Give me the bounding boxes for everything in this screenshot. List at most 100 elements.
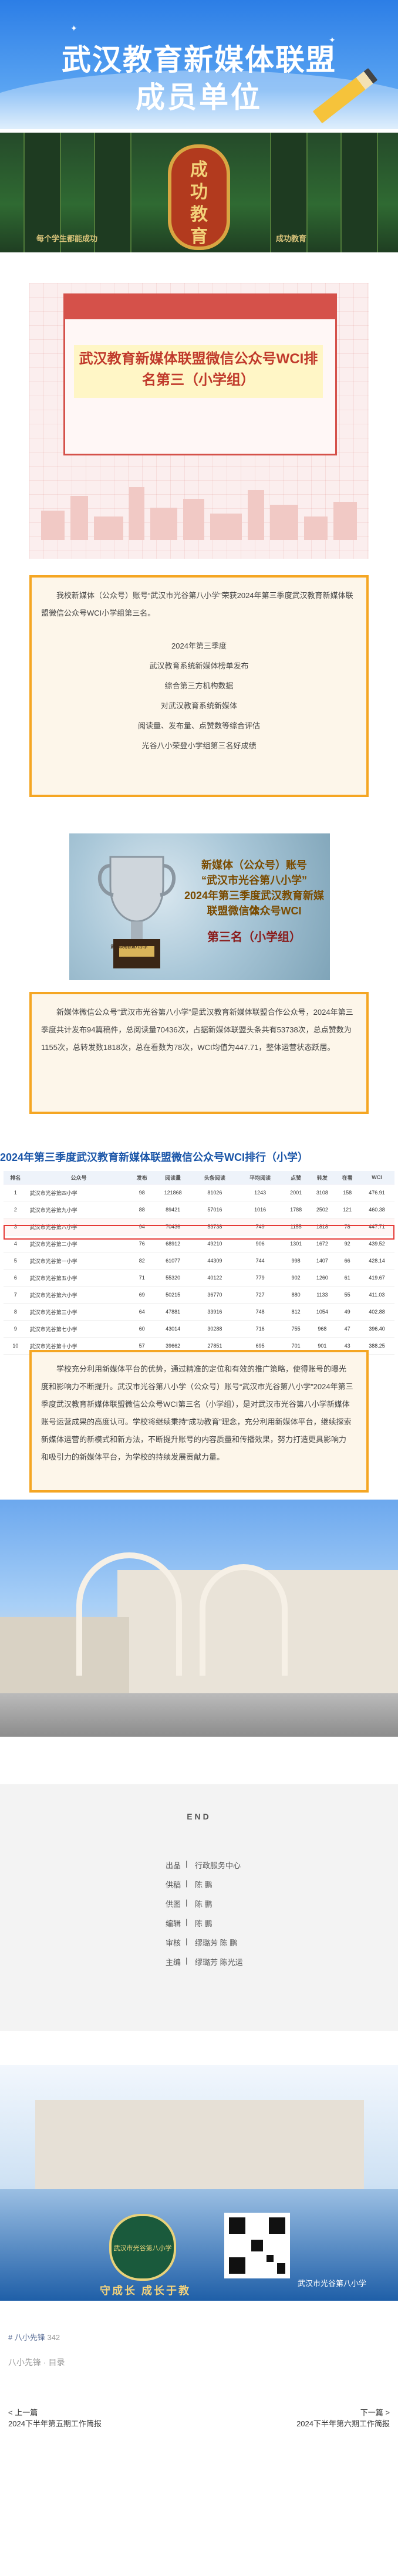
arch [76,1552,182,1676]
header-banner: ✦ ✦ 武汉教育新媒体联盟 成员单位 [0,0,398,129]
table-header: 排名 [4,1171,28,1184]
award-line5: 第三名（小学组） [207,931,301,944]
table-cell: 7 [4,1286,28,1304]
credit-value: 缪璐芳 陈 鹏 [195,1939,238,1947]
table-cell: 武汉市光谷第一小学 [27,1252,130,1270]
table-header: 平均阅读 [237,1171,283,1184]
blackboard-photo: 成 功 教 育 每个学生都能成功 成功教育 [0,133,398,252]
banner-title-line1: 武汉教育新媒体联盟 [62,43,336,76]
next-article-link[interactable]: 下一篇 > 2024下半年第六期工作简报 [296,2406,390,2429]
table-cell: 49 [335,1303,359,1321]
slogan: 守成长 成长于教 [100,2285,191,2297]
table-cell: 396.40 [359,1320,394,1338]
table-cell: 89421 [154,1201,193,1218]
table-cell: 98 [130,1184,154,1201]
table-cell: 428.14 [359,1252,394,1270]
table-cell: 419.67 [359,1269,394,1287]
table-cell: 33916 [192,1303,238,1321]
table-row: 7 武汉市光谷第六小学 69 50215 36770 727 880 1133 55 411.03 [4,1286,394,1304]
table-cell: 121868 [154,1184,193,1201]
table-cell: 武汉市光谷第五小学 [27,1269,130,1287]
series-directory-link[interactable]: 八小先锋 · 目录 [8,2356,65,2368]
title-card-title: 武汉教育新媒体联盟微信公众号WCI排名第三（小学组） [74,345,323,398]
table-cell: 812 [282,1303,309,1321]
table-header-row: 排名 公众号 发布 阅读量 头条阅读 平均阅读 点赞 转发 在看 WCI [4,1171,394,1184]
credit-value: 陈 鹏 [195,1900,213,1909]
table-cell: 60 [130,1320,154,1338]
table-header: 发布 [130,1171,154,1184]
award-line4: 联盟微信公众号WCI [207,905,302,917]
hashtag-link[interactable]: # 八小先锋 342 [8,2331,60,2342]
hashtag-label: # 八小先锋 [8,2333,45,2342]
table-cell: 902 [282,1269,309,1287]
plaque-text: 武汉市光谷第八小学 [110,945,148,949]
intro-line: 光谷八小荣登小学组第三名好成绩 [141,741,257,750]
building [35,2100,364,2200]
end-label: END [187,1812,211,1821]
prev-title: 2024下半年第五期工作简报 [8,2419,102,2428]
ranking-table-title: 2024年第三季度武汉教育新媒体联盟微信公众号WCI排行（小学） [0,1152,309,1163]
table-cell: 武汉市光谷第六小学 [27,1286,130,1304]
table-cell: 武汉市光谷第三小学 [27,1303,130,1321]
table-cell: 3108 [309,1184,336,1201]
table-cell: 10 [4,1337,28,1355]
table-header: 阅读量 [154,1171,193,1184]
intro-paragraph: 我校新媒体（公众号）账号“武汉市光谷第八小学”荣获2024年第三季度武汉教育新媒… [41,591,353,617]
table-cell: 880 [282,1286,309,1304]
table-cell: 748 [237,1303,283,1321]
table-cell: 57016 [192,1201,238,1218]
logo-text: 武汉市光谷第八小学 [113,2245,172,2252]
award-line1: 新媒体（公众号）账号 [201,859,307,871]
table-cell: 779 [237,1269,283,1287]
table-header: 转发 [309,1171,336,1184]
intro-line: 对武汉教育系统新媒体 [160,701,237,710]
prev-article-link[interactable]: < 上一篇 2024下半年第五期工作简报 [8,2406,102,2429]
intro-line: 阅读量、发布量、点赞数等综合评估 [137,721,260,730]
table-cell: 2 [4,1201,28,1218]
table-cell: 44309 [192,1252,238,1270]
table-cell: 武汉市光谷第四小学 [27,1184,130,1201]
intro-line: 武汉教育系统新媒体榜单发布 [149,661,249,670]
stats-paragraph: 新媒体微信公众号“武汉市光谷第八小学”是武汉教育新媒体联盟合作公众号，2024年… [41,1008,353,1052]
table-cell: 1 [4,1184,28,1201]
credit-value: 缪璐芳 陈光运 [195,1958,243,1967]
table-cell: 460.38 [359,1201,394,1218]
table-cell: 40122 [192,1269,238,1287]
motto-seal: 成 功 教 育 [168,144,230,250]
intro-line: 综合第三方机构数据 [164,681,234,690]
credit-separator: | [185,1937,188,1946]
table-cell: 55 [335,1286,359,1304]
table-cell: 121 [335,1201,359,1218]
table-cell: 716 [237,1320,283,1338]
award-line2: “武汉市光谷第八小学” [201,875,307,886]
table-cell: 9 [4,1320,28,1338]
ranking-table: 排名 公众号 发布 阅读量 头条阅读 平均阅读 点赞 转发 在看 WCI 1 武汉… [4,1171,394,1355]
qr-code[interactable] [224,2213,290,2278]
board-caption-left: 每个学生都能成功 [36,234,98,243]
table-cell: 1133 [309,1286,336,1304]
credit-value: 陈 鹏 [195,1880,213,1889]
highlight-row-box [4,1225,394,1240]
table-row: 2 武汉市光谷第九小学 88 89421 57016 1016 1788 2502 121 460… [4,1201,394,1218]
table-header: WCI [359,1171,394,1184]
table-cell: 8 [4,1303,28,1321]
school-logo: 武汉市光谷第八小学 [109,2214,176,2281]
table-cell: 武汉市光谷第七小学 [27,1320,130,1338]
board-caption-right: 成功教育 [276,234,307,243]
next-label: 下一篇 > [360,2408,390,2417]
credit-separator: | [185,1879,188,1888]
table-cell: 43014 [154,1320,193,1338]
closing-paragraph: 学校充分利用新媒体平台的优势，通过精准的定位和有效的推广策略，使得账号的曝光度和… [41,1365,353,1461]
qr-caption: 武汉市光谷第八小学 [298,2279,367,2288]
motto-char: 育 [190,227,208,247]
table-cell: 998 [282,1252,309,1270]
table-cell: 64 [130,1303,154,1321]
table-cell: 1788 [282,1201,309,1218]
table-cell: 66 [335,1252,359,1270]
credit-key: 审核 [165,1939,181,1947]
table-cell: 1016 [237,1201,283,1218]
table-cell: 61077 [154,1252,193,1270]
credit-key: 主编 [165,1958,181,1967]
table-cell: 2001 [282,1184,309,1201]
arch [200,1564,288,1676]
